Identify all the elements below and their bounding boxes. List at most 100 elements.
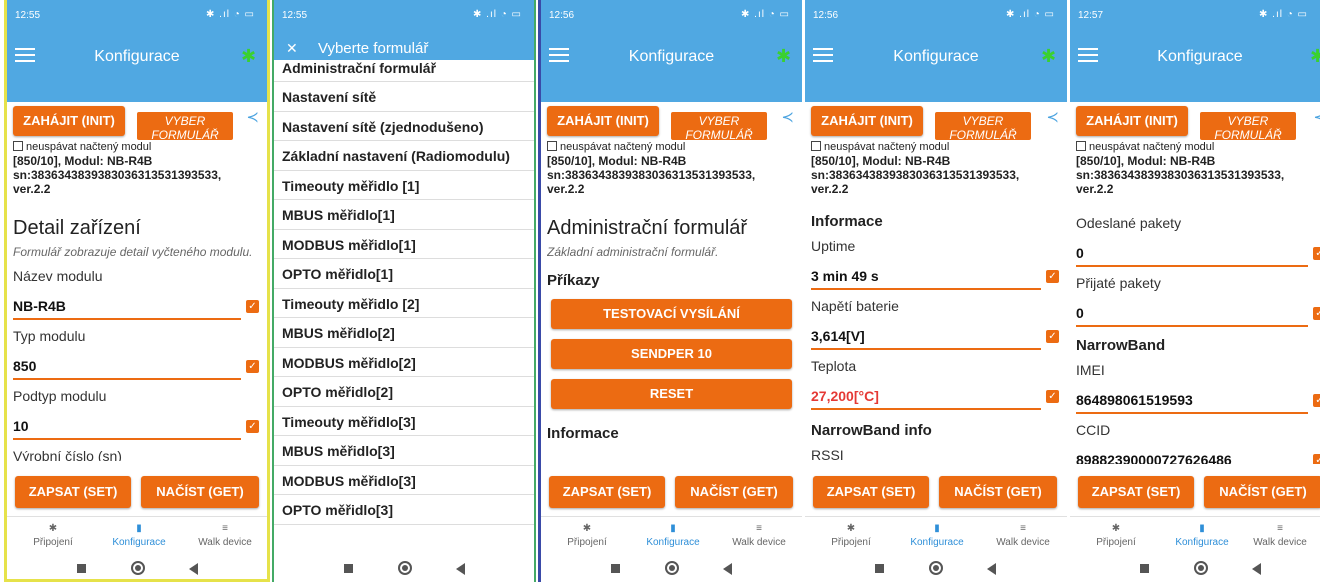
form-list-item[interactable]: OPTO měřidlo[1] — [274, 259, 534, 289]
set-button[interactable]: ZAPSAT (SET) — [15, 476, 131, 508]
share-icon[interactable]: ≺ — [246, 108, 259, 126]
no-sleep-checkbox[interactable]: neuspávat načtený modul — [547, 141, 798, 153]
reset-button[interactable]: RESET — [551, 379, 792, 409]
close-icon[interactable]: ✕ — [286, 40, 298, 57]
set-button[interactable]: ZAPSAT (SET) — [549, 476, 665, 508]
nav-walk[interactable]: ≡ Walk device — [719, 521, 799, 548]
recents-icon[interactable] — [1140, 564, 1149, 573]
set-button[interactable]: ZAPSAT (SET) — [813, 476, 929, 508]
checkbox-icon[interactable] — [1076, 141, 1086, 151]
form-list-item[interactable]: Administrační formulář — [274, 58, 534, 82]
form-list-item[interactable]: OPTO měřidlo[3] — [274, 495, 534, 525]
back-icon[interactable] — [1252, 563, 1261, 575]
nav-connect[interactable]: ✱ Připojení — [811, 521, 891, 548]
form-list-item[interactable]: Timeouty měřidlo [2] — [274, 289, 534, 318]
nav-walk[interactable]: ≡ Walk device — [1240, 521, 1320, 548]
checkbox-checked-icon[interactable]: ✓ — [246, 420, 259, 433]
nav-connect[interactable]: ✱ Připojení — [1076, 521, 1156, 548]
select-form-button[interactable]: VYBER FORMULÁŘ — [671, 112, 767, 140]
select-form-button[interactable]: VYBER FORMULÁŘ — [1200, 112, 1296, 140]
field-value[interactable]: 3 min 49 s — [811, 268, 879, 284]
checkbox-checked-icon[interactable]: ✓ — [246, 360, 259, 373]
field-value[interactable]: 27,200[°C] — [811, 388, 879, 404]
nav-connect[interactable]: ✱ Připojení — [13, 521, 93, 548]
share-icon[interactable]: ≺ — [1313, 108, 1320, 126]
no-sleep-checkbox[interactable]: neuspávat načtený modul — [811, 141, 1063, 153]
module-name-field[interactable]: NB-R4B ✓ — [13, 290, 261, 320]
field-value[interactable]: 850 — [13, 358, 36, 374]
home-icon[interactable] — [929, 561, 943, 575]
nav-config[interactable]: ▮ Konfigurace — [897, 521, 977, 548]
nav-config[interactable]: ▮ Konfigurace — [1162, 521, 1242, 548]
home-icon[interactable] — [1194, 561, 1208, 575]
form-list-item[interactable]: Nastavení sítě — [274, 82, 534, 112]
form-list-item[interactable]: MODBUS měřidlo[2] — [274, 348, 534, 377]
bluetooth-icon[interactable]: ✱ — [241, 46, 257, 66]
form-list-item[interactable]: Nastavení sítě (zjednodušeno) — [274, 112, 534, 141]
home-icon[interactable] — [131, 561, 145, 575]
checkbox-checked-icon[interactable]: ✓ — [1313, 454, 1320, 464]
form-list-item[interactable]: MODBUS měřidlo[1] — [274, 230, 534, 259]
form-list-item[interactable]: Základní nastavení (Radiomodulu) — [274, 141, 534, 171]
set-button[interactable]: ZAPSAT (SET) — [1078, 476, 1194, 508]
test-transmit-button[interactable]: TESTOVACÍ VYSÍLÁNÍ — [551, 299, 792, 329]
select-form-button[interactable]: VYBER FORMULÁŘ — [935, 112, 1031, 140]
field-value[interactable]: 3,614[V] — [811, 328, 865, 344]
form-list-item[interactable]: OPTO měřidlo[2] — [274, 377, 534, 407]
share-icon[interactable]: ≺ — [781, 108, 794, 126]
checkbox-checked-icon[interactable]: ✓ — [1046, 390, 1059, 403]
checkbox-icon[interactable] — [13, 141, 23, 151]
sent-packets-field[interactable]: 0 ✓ — [1076, 237, 1320, 267]
sendper-button[interactable]: SENDPER 10 — [551, 339, 792, 369]
field-value[interactable]: 10 — [13, 418, 29, 434]
checkbox-icon[interactable] — [547, 141, 557, 151]
checkbox-icon[interactable] — [811, 141, 821, 151]
form-list-item[interactable]: MBUS měřidlo[1] — [274, 200, 534, 230]
init-button[interactable]: ZAHÁJIT (INIT) — [13, 106, 125, 136]
field-value[interactable]: 0 — [1076, 245, 1084, 261]
form-list-item[interactable]: MBUS měřidlo[3] — [274, 436, 534, 466]
field-value[interactable]: 89882390000727626486 — [1076, 452, 1232, 464]
init-button[interactable]: ZAHÁJIT (INIT) — [1076, 106, 1188, 136]
nav-config[interactable]: ▮ Konfigurace — [99, 521, 179, 548]
checkbox-checked-icon[interactable]: ✓ — [1046, 330, 1059, 343]
imei-field[interactable]: 864898061519593 ✓ — [1076, 384, 1320, 414]
back-icon[interactable] — [723, 563, 732, 575]
temperature-field[interactable]: 27,200[°C] ✓ — [811, 380, 1061, 410]
checkbox-checked-icon[interactable]: ✓ — [246, 300, 259, 313]
recents-icon[interactable] — [875, 564, 884, 573]
bluetooth-icon[interactable]: ✱ — [1310, 46, 1320, 66]
form-list-item[interactable]: MODBUS měřidlo[3] — [274, 466, 534, 495]
get-button[interactable]: NAČÍST (GET) — [141, 476, 259, 508]
share-icon[interactable]: ≺ — [1046, 108, 1059, 126]
checkbox-checked-icon[interactable]: ✓ — [1313, 394, 1320, 407]
nav-config[interactable]: ▮ Konfigurace — [633, 521, 713, 548]
get-button[interactable]: NAČÍST (GET) — [939, 476, 1057, 508]
module-subtype-field[interactable]: 10 ✓ — [13, 410, 261, 440]
recents-icon[interactable] — [344, 564, 353, 573]
form-list-item[interactable]: Timeouty měřidlo [1] — [274, 171, 534, 200]
no-sleep-checkbox[interactable]: neuspávat načtený modul — [13, 141, 263, 153]
home-icon[interactable] — [665, 561, 679, 575]
back-icon[interactable] — [456, 563, 465, 575]
uptime-field[interactable]: 3 min 49 s ✓ — [811, 260, 1061, 290]
bluetooth-icon[interactable]: ✱ — [776, 46, 792, 66]
recents-icon[interactable] — [611, 564, 620, 573]
init-button[interactable]: ZAHÁJIT (INIT) — [547, 106, 659, 136]
home-icon[interactable] — [398, 561, 412, 575]
no-sleep-checkbox[interactable]: neuspávat načtený modul — [1076, 141, 1316, 153]
field-value[interactable]: 864898061519593 — [1076, 392, 1193, 408]
recents-icon[interactable] — [77, 564, 86, 573]
nav-connect[interactable]: ✱ Připojení — [547, 521, 627, 548]
back-icon[interactable] — [189, 563, 198, 575]
get-button[interactable]: NAČÍST (GET) — [1204, 476, 1320, 508]
checkbox-checked-icon[interactable]: ✓ — [1313, 247, 1320, 260]
checkbox-checked-icon[interactable]: ✓ — [1046, 270, 1059, 283]
field-value[interactable]: 0 — [1076, 305, 1084, 321]
nav-walk[interactable]: ≡ Walk device — [185, 521, 265, 548]
ccid-field[interactable]: 89882390000727626486 ✓ — [1076, 444, 1320, 464]
module-type-field[interactable]: 850 ✓ — [13, 350, 261, 380]
nav-walk[interactable]: ≡ Walk device — [983, 521, 1063, 548]
init-button[interactable]: ZAHÁJIT (INIT) — [811, 106, 923, 136]
received-packets-field[interactable]: 0 ✓ — [1076, 297, 1320, 327]
